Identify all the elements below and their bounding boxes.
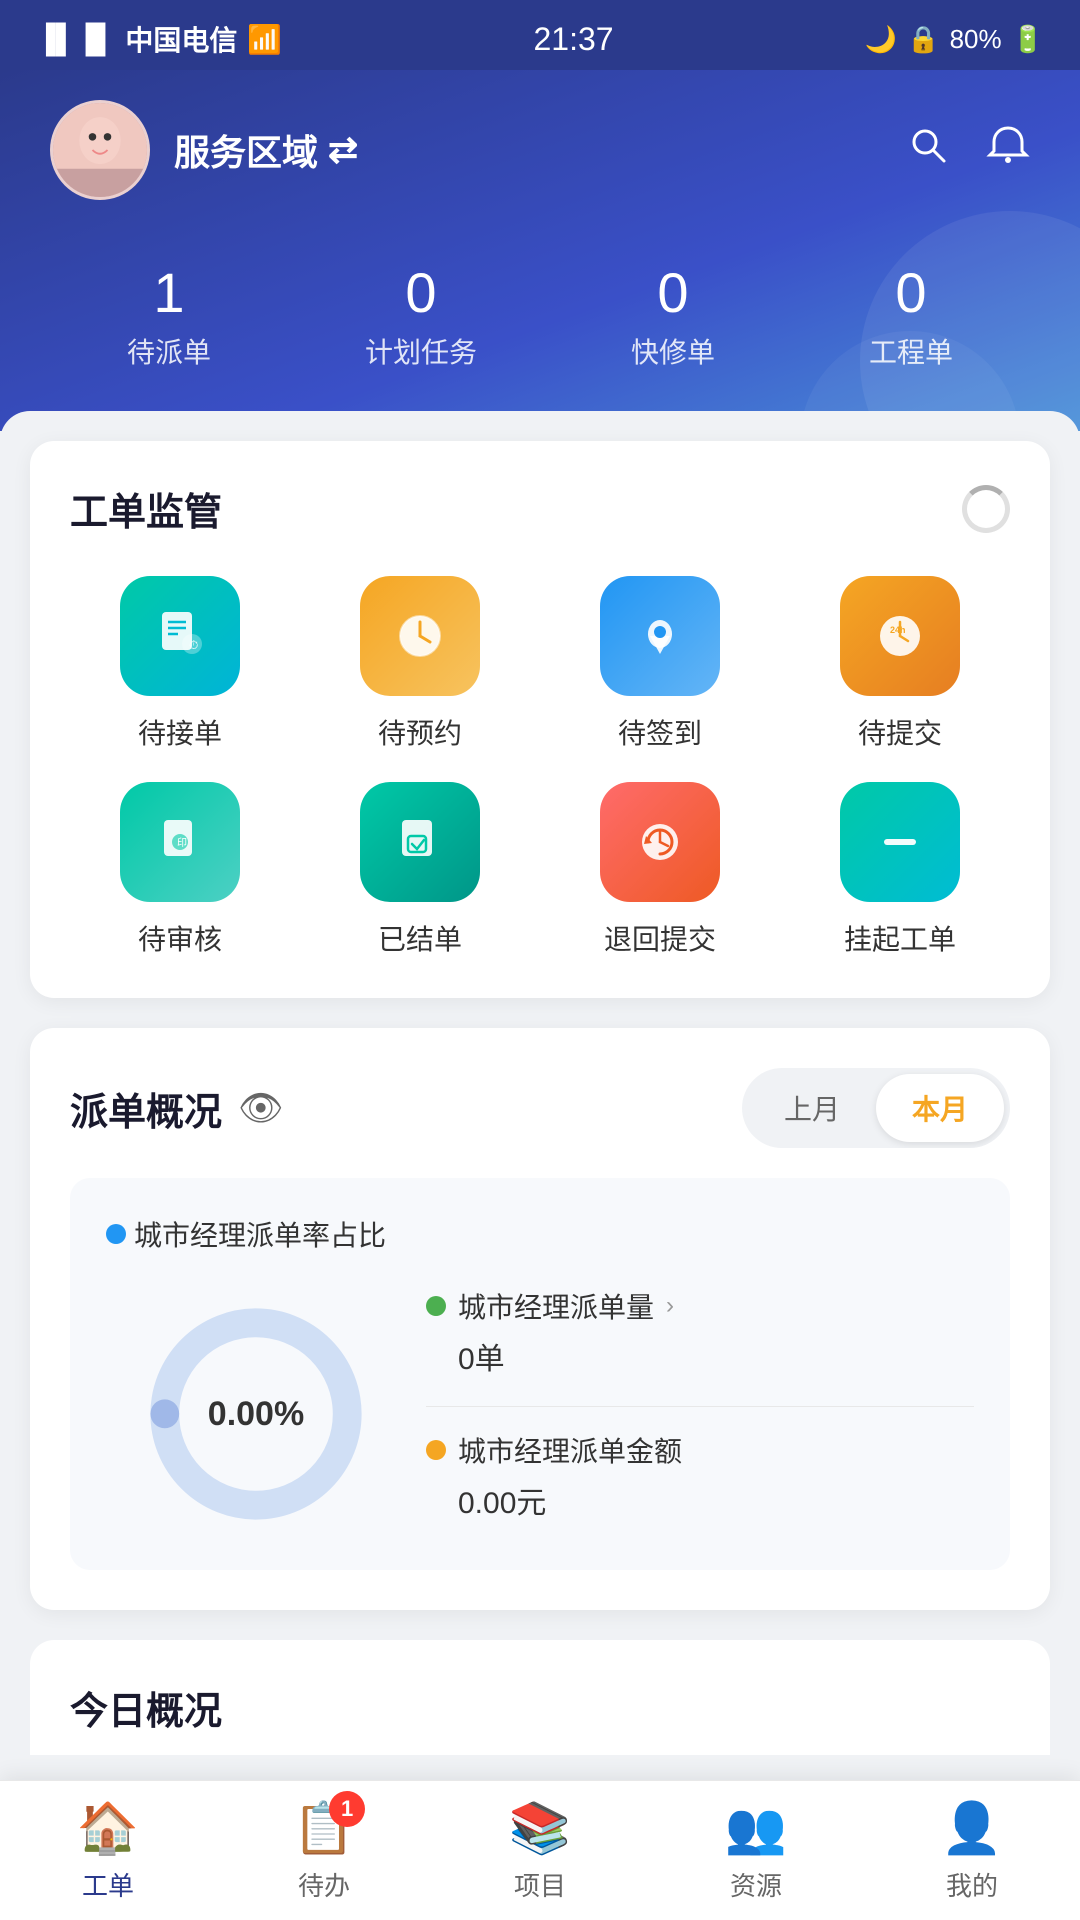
svg-text:⏱: ⏱: [189, 638, 198, 652]
lock-icon: 🔒: [907, 24, 939, 55]
work-icon-0: ⏱: [120, 576, 240, 696]
tab-last-month[interactable]: 上月: [748, 1074, 876, 1142]
status-time: 21:37: [534, 21, 614, 58]
moon-icon: 🌙: [865, 24, 897, 55]
partial-section: 今日概况: [30, 1640, 1050, 1755]
work-item-已结单[interactable]: 已结单: [310, 782, 530, 958]
chevron-icon-0[interactable]: ›: [666, 1292, 674, 1320]
legend-dot-blue: [106, 1224, 126, 1244]
work-icon-5: [360, 782, 480, 902]
status-carrier: ▐▌▐▌ 中国电信 📶: [36, 19, 282, 59]
stat-value-1: 0.00元: [426, 1478, 974, 1522]
work-label-5: 已结单: [378, 918, 462, 958]
nav-item-工单[interactable]: 🏠 工单: [77, 1799, 139, 1903]
bottom-nav: 🏠 工单 📋 1 待办 📚 项目 👥 资源 👤: [0, 1780, 1080, 1920]
nav-icon-0: 🏠: [77, 1800, 139, 1856]
work-item-待接单[interactable]: ⏱ 待接单: [70, 576, 290, 752]
partial-title: 今日概况: [70, 1691, 222, 1733]
work-icon-1: [360, 576, 480, 696]
work-label-6: 退回提交: [604, 918, 716, 958]
work-item-挂起工单[interactable]: 挂起工单: [790, 782, 1010, 958]
work-icon-6: [600, 782, 720, 902]
stat-item-3[interactable]: 0 工程单: [869, 260, 953, 371]
dispatch-title: 派单概况: [70, 1081, 222, 1136]
status-right: 🌙 🔒 80% 🔋: [865, 24, 1044, 55]
status-bar: ▐▌▐▌ 中国电信 📶 21:37 🌙 🔒 80% 🔋: [0, 0, 1080, 70]
search-button[interactable]: [906, 123, 950, 178]
work-icon-3: 24h: [840, 576, 960, 696]
month-tabs: 上月 本月: [742, 1068, 1010, 1148]
stat-item-2[interactable]: 0 快修单: [631, 260, 715, 371]
legend-label-ratio: 城市经理派单率占比: [134, 1214, 386, 1254]
stat-label-0: 城市经理派单量: [458, 1286, 654, 1326]
donut-chart-area: 0.00%: [106, 1274, 406, 1534]
main-content: 工单监管 ⏱ 待接单 待预约 待签到 24h 待提交 印: [0, 411, 1080, 1905]
tab-this-month[interactable]: 本月: [876, 1074, 1004, 1142]
donut-container: 0.00%: [136, 1294, 376, 1534]
eye-icon[interactable]: 👁: [238, 1087, 284, 1129]
work-item-待提交[interactable]: 24h 待提交: [790, 576, 1010, 752]
nav-item-待办[interactable]: 📋 1 待办: [293, 1799, 355, 1903]
nav-label-1: 待办: [298, 1866, 350, 1903]
stats-row: 1 待派单 0 计划任务 0 快修单 0 工程单: [50, 250, 1030, 371]
dispatch-stat-0: 城市经理派单量 › 0单: [426, 1286, 974, 1427]
nav-item-资源[interactable]: 👥 资源: [725, 1799, 787, 1903]
dispatch-stat-1: 城市经理派单金额 0.00元: [426, 1430, 974, 1522]
svg-text:24h: 24h: [890, 625, 906, 635]
work-icon-4: 印: [120, 782, 240, 902]
work-label-3: 待提交: [858, 712, 942, 752]
work-label-7: 挂起工单: [844, 918, 956, 958]
header: 服务区域 ⇄ 1 待派单 0 计划任务: [0, 70, 1080, 431]
switch-icon: ⇄: [328, 129, 358, 171]
nav-label-0: 工单: [82, 1866, 134, 1903]
stat-item-1[interactable]: 0 计划任务: [365, 260, 477, 371]
work-icon-2: [600, 576, 720, 696]
nav-icon-4: 👤: [941, 1800, 1003, 1856]
work-item-待审核[interactable]: 印 待审核: [70, 782, 290, 958]
nav-label-3: 资源: [730, 1866, 782, 1903]
battery-icon: 🔋: [1012, 24, 1044, 55]
nav-icon-3: 👥: [725, 1800, 787, 1856]
work-icon-7: [840, 782, 960, 902]
work-label-0: 待接单: [138, 712, 222, 752]
stat-dot-1: [426, 1440, 446, 1460]
work-item-待签到[interactable]: 待签到: [550, 576, 770, 752]
nav-item-项目[interactable]: 📚 项目: [509, 1799, 571, 1903]
notification-button[interactable]: [986, 123, 1030, 178]
svg-text:印: 印: [177, 837, 187, 849]
work-label-4: 待审核: [138, 918, 222, 958]
work-item-待预约[interactable]: 待预约: [310, 576, 530, 752]
wifi-icon: 📶: [247, 23, 282, 56]
work-order-grid: ⏱ 待接单 待预约 待签到 24h 待提交 印 待审核: [70, 576, 1010, 958]
nav-label-4: 我的: [946, 1866, 998, 1903]
loading-spinner: [962, 485, 1010, 533]
donut-value: 0.00%: [208, 1395, 304, 1434]
stats-panel: 城市经理派单率占比 0.00% 城市经理派单量: [70, 1178, 1010, 1570]
work-label-2: 待签到: [618, 712, 702, 752]
work-order-title: 工单监管: [70, 481, 222, 536]
nav-item-我的[interactable]: 👤 我的: [941, 1799, 1003, 1903]
work-order-card: 工单监管 ⏱ 待接单 待预约 待签到 24h 待提交 印: [30, 441, 1050, 998]
stats-right: 城市经理派单量 › 0单 城市经理派单金额 0.00元: [426, 1274, 974, 1534]
work-item-退回提交[interactable]: 退回提交: [550, 782, 770, 958]
stat-item-0[interactable]: 1 待派单: [127, 260, 211, 371]
signal-icon: ▐▌▐▌: [36, 23, 115, 55]
battery-text: 80%: [950, 24, 1002, 55]
stat-dot-0: [426, 1296, 446, 1316]
nav-icon-2: 📚: [509, 1800, 571, 1856]
stat-value-0: 0单: [426, 1334, 974, 1378]
service-area-label[interactable]: 服务区域 ⇄: [174, 124, 358, 176]
avatar[interactable]: [50, 100, 150, 200]
work-label-1: 待预约: [378, 712, 462, 752]
dispatch-card: 派单概况 👁 上月 本月 城市经理派单率占比: [30, 1028, 1050, 1610]
nav-label-2: 项目: [514, 1866, 566, 1903]
nav-badge-1: 1: [329, 1791, 365, 1827]
stat-label-1: 城市经理派单金额: [458, 1430, 682, 1470]
